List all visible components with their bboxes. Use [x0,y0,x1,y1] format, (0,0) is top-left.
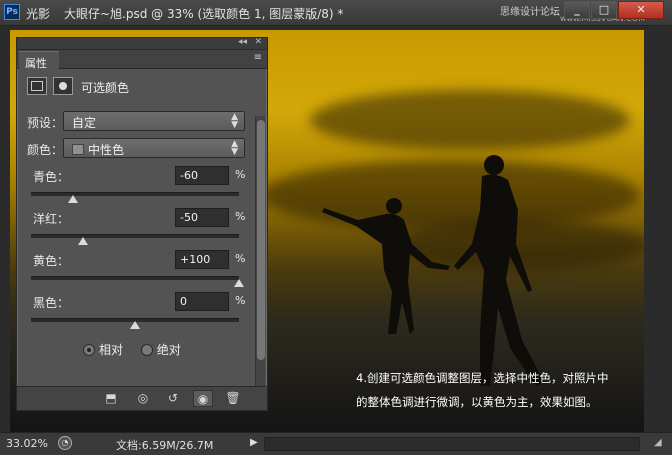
visibility-icon[interactable]: ◉ [193,390,213,407]
slider-value-input[interactable]: 0 [175,292,229,311]
minimize-button[interactable]: _ [564,1,590,19]
radio-relative[interactable]: 相对 [83,343,123,357]
slider-track[interactable] [31,276,239,280]
radio-circle-icon [83,344,95,356]
radio-label: 绝对 [156,343,181,357]
tab-properties[interactable]: 属性 [19,51,59,70]
clip-to-layer-icon[interactable]: ⬒ [101,390,121,407]
slider-thumb[interactable] [234,279,244,287]
mask-glyph [59,82,67,90]
watermark: 思缘设计论坛 [500,7,560,18]
caption-line-1: 4.创建可选颜色调整图层，选择中性色，对照片中 [356,371,609,385]
slider-value-input[interactable]: +100 [175,250,229,269]
preset-label: 预设： [27,116,64,130]
app-name: 光影 [26,7,51,21]
radio-absolute[interactable]: 绝对 [140,343,181,357]
slider-track[interactable] [31,234,239,238]
preset-value: 自定 [72,116,97,130]
slider-label: 黄色： [33,254,70,268]
close-button[interactable]: ✕ [618,1,664,19]
close-panel-icon[interactable]: ✕ [254,37,262,47]
slider-value-input[interactable]: -60 [175,166,229,185]
colors-label: 颜色： [27,143,64,157]
maximize-button[interactable]: □ [591,1,617,19]
scrollbar-thumb[interactable] [257,120,265,360]
document-size: 文档:6.59M/26.7M [116,439,214,452]
updown-arrows-icon: ▲ ▼ [231,112,238,130]
panel-menu-icon[interactable]: ≡ [254,52,262,63]
slider-black: 黑色： 0 % [27,292,245,334]
percent-sign: % [235,210,246,223]
updown-arrows-icon: ▲ ▼ [231,139,238,157]
status-bar: 33.02% ◔ 文档:6.59M/26.7M ▶ ◢ [0,432,672,455]
slider-cyan: 青色： -60 % [27,166,245,208]
trash-icon[interactable]: 🗑 [223,390,243,407]
color-swatch-icon [72,144,84,155]
radio-circle-icon [140,344,153,356]
title-bar: Ps 光影 大眼仔~旭.psd @ 33% (选取颜色 1, 图层蒙版/8) *… [0,0,672,26]
slider-label: 青色： [33,170,70,184]
colors-value: 中性色 [88,143,125,157]
colors-select[interactable]: 中性色 ▲ ▼ [63,138,245,158]
slider-thumb[interactable] [130,321,140,329]
view-previous-icon[interactable]: ◎ [133,390,153,407]
slider-thumb[interactable] [67,195,78,203]
status-info-icon[interactable]: ◔ [58,436,72,450]
slider-thumb[interactable] [78,237,88,245]
panel-scrollbar[interactable] [255,116,265,388]
slider-yellow: 黄色： +100 % [27,250,245,292]
slider-magenta: 洋红： -50 % [27,208,245,250]
document-title: 大眼仔~旭.psd @ 33% (选取颜色 1, 图层蒙版/8) * [64,7,344,21]
status-menu-arrow-icon[interactable]: ▶ [250,437,258,448]
panel-drag-bar[interactable]: ◂◂ ✕ [17,37,267,50]
reset-icon[interactable]: ↺ [163,390,183,407]
properties-panel: ◂◂ ✕ 属性 ≡ 可选颜色 预设： 自定 ▲ ▼ 颜色： 中性色 ▲ ▼ 青色： … [16,37,268,411]
adjustment-glyph [31,81,43,91]
slider-label: 黑色： [33,296,70,310]
slider-value-input[interactable]: -50 [175,208,229,227]
preset-select[interactable]: 自定 ▲ ▼ [63,111,245,131]
slider-label: 洋红： [33,212,70,226]
collapse-panel-icon[interactable]: ◂◂ [238,37,247,47]
caption-line-2: 的整体色调进行微调，以黄色为主，效果如图。 [356,395,598,409]
resize-grip-icon[interactable]: ◢ [654,437,662,448]
zoom-level[interactable]: 33.02% [6,437,48,450]
percent-sign: % [235,252,246,265]
panel-footer: ⬒ ◎ ↺ ◉ 🗑 [17,386,267,410]
adjustment-header: 可选颜色 [27,77,257,97]
adjustment-name: 可选颜色 [81,81,130,95]
percent-sign: % [235,294,246,307]
photoshop-logo-icon: Ps [4,4,20,20]
slider-track[interactable] [31,192,239,196]
adjustment-layer-icon[interactable] [27,77,47,95]
tutorial-caption: 4.创建可选颜色调整图层，选择中性色，对照片中 的整体色调进行微调，以黄色为主，… [356,366,608,414]
radio-label: 相对 [99,343,124,357]
horizontal-scrollbar[interactable] [264,437,640,451]
percent-sign: % [235,168,246,181]
method-radio-group: 相对 绝对 [83,341,195,358]
panel-tab-row: 属性 ≡ [17,50,267,70]
layer-mask-icon[interactable] [53,77,73,95]
